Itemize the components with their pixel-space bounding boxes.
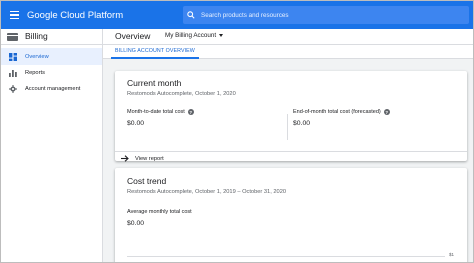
sidebar-item-overview[interactable]: Overview xyxy=(1,48,102,65)
card-title: Cost trend xyxy=(127,176,167,186)
cost-trend-card: Cost trend Restomods Autocomplete, Octob… xyxy=(115,168,467,262)
bar-chart-icon xyxy=(1,64,25,81)
page-title: Overview xyxy=(115,31,151,41)
billing-account-label: My Billing Account xyxy=(165,32,217,39)
mtd-cost-label: Month-to-date total cost ? xyxy=(127,109,194,115)
metric-divider xyxy=(287,114,288,140)
sidebar-item-reports[interactable]: Reports xyxy=(1,64,102,81)
avg-cost-label: Average monthly total cost xyxy=(127,209,192,215)
chart-axis-tick: $1 xyxy=(449,252,455,257)
forecast-cost-label-text: End-of-month total cost (forecasted) xyxy=(293,109,381,115)
view-report-label: View report xyxy=(135,155,164,162)
search-icon xyxy=(183,6,199,24)
sidebar-item-label: Overview xyxy=(25,53,49,60)
search-input[interactable]: Search products and resources xyxy=(201,12,289,19)
app-window: Google Cloud Platform Search products an… xyxy=(0,0,474,263)
chart-baseline xyxy=(127,256,445,257)
card-subtitle: Restomods Autocomplete, October 1, 2020 xyxy=(127,91,236,97)
brand-title[interactable]: Google Cloud Platform xyxy=(27,10,123,21)
card-divider xyxy=(115,151,467,152)
gear-icon xyxy=(1,80,25,97)
dashboard-icon xyxy=(1,48,25,65)
help-icon[interactable]: ? xyxy=(383,109,390,115)
credit-card-icon xyxy=(7,33,18,41)
tab-strip: BILLING ACCOUNT OVERVIEW xyxy=(103,45,473,59)
current-month-card: Current month Restomods Autocomplete, Oc… xyxy=(115,71,467,162)
sidebar-item-label: Reports xyxy=(25,69,45,76)
sub-header: Billing Overview My Billing Account xyxy=(1,29,473,45)
help-icon[interactable]: ? xyxy=(187,109,194,115)
tab-label: BILLING ACCOUNT OVERVIEW xyxy=(115,48,195,54)
arrow-right-icon xyxy=(121,155,129,162)
card-title: Current month xyxy=(127,78,182,88)
caret-down-icon xyxy=(219,34,224,37)
forecast-cost-label: End-of-month total cost (forecasted) ? xyxy=(293,109,390,115)
avg-cost-label-text: Average monthly total cost xyxy=(127,209,192,215)
sidebar: Overview Reports Account management xyxy=(1,45,102,262)
menu-icon[interactable] xyxy=(3,1,25,29)
search-bar[interactable]: Search products and resources xyxy=(183,6,469,24)
mtd-cost-value: $0.00 xyxy=(127,120,145,127)
view-report-link[interactable]: View report xyxy=(121,155,164,162)
mtd-cost-label-text: Month-to-date total cost xyxy=(127,109,185,115)
avg-cost-value: $0.00 xyxy=(127,220,145,227)
forecast-cost-value: $0.00 xyxy=(293,120,311,127)
tab-billing-account-overview[interactable]: BILLING ACCOUNT OVERVIEW xyxy=(111,45,199,59)
main-content: Current month Restomods Autocomplete, Oc… xyxy=(103,60,473,262)
billing-account-selector[interactable]: My Billing Account xyxy=(165,32,224,39)
section-title: Billing xyxy=(25,31,48,41)
top-app-bar: Google Cloud Platform Search products an… xyxy=(1,1,473,29)
sidebar-item-label: Account management xyxy=(25,85,81,92)
sidebar-item-account-management[interactable]: Account management xyxy=(1,80,102,97)
card-subtitle: Restomods Autocomplete, October 1, 2019 … xyxy=(127,189,287,195)
